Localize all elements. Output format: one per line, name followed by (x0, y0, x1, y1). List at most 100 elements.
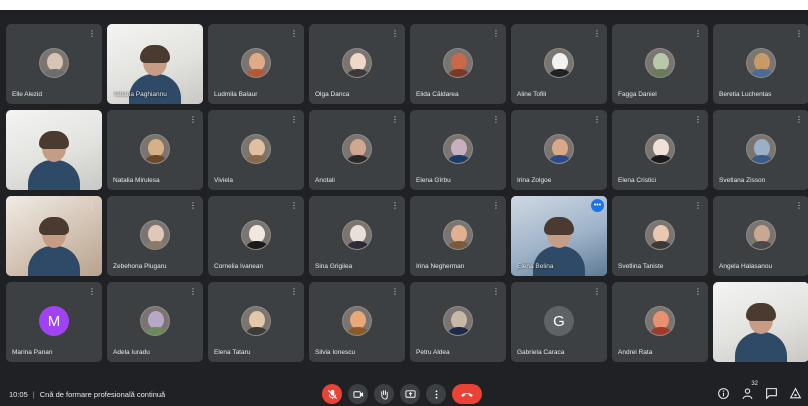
avatar (645, 306, 675, 336)
people-button[interactable]: 32 (740, 381, 758, 400)
participant-tile[interactable]: ••• Elena Belina (511, 196, 607, 276)
more-options-icon[interactable]: ⋮ (794, 29, 804, 39)
participant-tile[interactable]: ⋮ (6, 196, 102, 276)
participant-tile[interactable]: ⋮ Elena Tataru (208, 282, 304, 362)
meeting-title: Cnă de formare profesională continuă (39, 390, 166, 399)
participant-name: Ludmila Balaur (214, 91, 258, 98)
avatar (645, 48, 675, 78)
camera-toggle-button[interactable] (348, 384, 368, 404)
more-options-icon[interactable]: ⋮ (87, 29, 97, 39)
separator: | (32, 390, 35, 399)
more-options-icon[interactable]: ⋮ (390, 287, 400, 297)
participant-tile[interactable]: ⋮ Anotali (309, 110, 405, 190)
more-options-icon[interactable]: ⋮ (289, 29, 299, 39)
participant-tile[interactable]: ⋮ Irina Negherman (410, 196, 506, 276)
meeting-info: 10:05 | Cnă de formare profesională contin… (9, 390, 165, 399)
participant-tile[interactable]: ⋮ Tatiana Paghiannu (107, 24, 203, 104)
participant-tile[interactable]: G ⋮ Gabriela Caraca (511, 282, 607, 362)
mic-off-icon (327, 389, 337, 399)
meeting-details-button[interactable] (716, 386, 730, 400)
more-options-icon[interactable]: ⋮ (491, 29, 501, 39)
more-options-icon[interactable]: ⋮ (794, 115, 804, 125)
avatar (241, 48, 271, 78)
more-options-icon[interactable]: ⋮ (87, 287, 97, 297)
raise-hand-button[interactable] (374, 384, 394, 404)
participant-tile[interactable]: ⋮ Svetlana Zisson (713, 110, 808, 190)
avatar-initial: M (39, 306, 69, 336)
participant-tile[interactable]: ⋮ Silvia Ionescu (309, 282, 405, 362)
more-options-icon[interactable]: ⋮ (390, 29, 400, 39)
more-options-icon[interactable]: ⋮ (693, 29, 703, 39)
participant-tile[interactable]: ⋮ Natalia Mirulesa (107, 110, 203, 190)
participant-tile[interactable]: ⋮ Angela Halasanou (713, 196, 808, 276)
participant-tile[interactable]: ⋮ (6, 110, 102, 190)
participant-tile[interactable]: ⋮ Svetlina Taniste (612, 196, 708, 276)
participant-name: Svetlina Taniste (618, 263, 664, 270)
participant-tile[interactable]: ⋮ Elida Căldarea (410, 24, 506, 104)
participant-tile[interactable]: ⋮ Ludmila Balaur (208, 24, 304, 104)
avatar (140, 220, 170, 250)
more-options-icon[interactable]: ⋮ (87, 115, 97, 125)
mic-toggle-button[interactable] (322, 384, 342, 404)
more-options-icon[interactable]: ⋮ (491, 287, 501, 297)
chat-button[interactable] (764, 386, 778, 400)
avatar (342, 134, 372, 164)
more-options-icon[interactable]: ⋮ (188, 201, 198, 211)
participant-tile[interactable]: M ⋮ Marina Panan (6, 282, 102, 362)
participant-tile[interactable]: ⋮ Zebehona Plugaru (107, 196, 203, 276)
avatar (746, 134, 776, 164)
more-options-icon[interactable]: ⋮ (592, 29, 602, 39)
participant-grid: ⋮ Elle Alezid ⋮ Tatiana Paghiannu ⋮ Ludmila B… (6, 24, 808, 362)
speaking-indicator-icon[interactable]: ••• (591, 199, 604, 212)
avatar (645, 134, 675, 164)
activities-button[interactable] (788, 386, 802, 400)
participant-tile[interactable]: ⋮ Cornelia Ivanean (208, 196, 304, 276)
participant-tile[interactable]: ⋮ Viviela (208, 110, 304, 190)
participant-tile[interactable]: ⋮ Beretia Luchentas (713, 24, 808, 104)
participant-tile[interactable]: ⋮ (713, 282, 808, 362)
more-options-icon[interactable]: ⋮ (188, 115, 198, 125)
more-options-icon[interactable]: ⋮ (289, 287, 299, 297)
avatar (443, 48, 473, 78)
avatar (443, 134, 473, 164)
more-options-icon[interactable]: ⋮ (693, 287, 703, 297)
more-options-icon[interactable]: ⋮ (491, 201, 501, 211)
more-options-icon[interactable]: ⋮ (289, 115, 299, 125)
meeting-time: 10:05 (9, 390, 28, 399)
more-options-icon[interactable]: ⋮ (188, 29, 198, 39)
avatar (140, 134, 170, 164)
more-options-icon[interactable]: ⋮ (592, 115, 602, 125)
more-options-icon[interactable]: ⋮ (289, 201, 299, 211)
present-screen-button[interactable] (400, 384, 420, 404)
more-options-icon[interactable]: ⋮ (693, 201, 703, 211)
participant-tile[interactable]: ⋮ Adela Iuradu (107, 282, 203, 362)
participant-tile[interactable]: ⋮ Sina Grigilea (309, 196, 405, 276)
more-options-button[interactable] (426, 384, 446, 404)
more-options-icon[interactable]: ⋮ (794, 287, 804, 297)
more-options-icon[interactable]: ⋮ (491, 115, 501, 125)
participant-name: Tatiana Paghiannu (113, 91, 167, 98)
participant-name: Silvia Ionescu (315, 349, 356, 356)
participant-tile[interactable]: ⋮ Elena Cristici (612, 110, 708, 190)
participant-tile[interactable]: ⋮ Andrei Rata (612, 282, 708, 362)
avatar (746, 220, 776, 250)
more-options-icon[interactable]: ⋮ (592, 287, 602, 297)
more-options-icon[interactable]: ⋮ (188, 287, 198, 297)
activities-icon (789, 386, 801, 398)
participant-tile[interactable]: ⋮ Aline Tofili (511, 24, 607, 104)
present-screen-icon (404, 389, 416, 398)
more-options-icon[interactable]: ⋮ (390, 115, 400, 125)
participant-tile[interactable]: ⋮ Fagga Daniel (612, 24, 708, 104)
participant-tile[interactable]: ⋮ Elle Alezid (6, 24, 102, 104)
more-options-icon[interactable]: ⋮ (693, 115, 703, 125)
participant-tile[interactable]: ⋮ Elena Gîrbu (410, 110, 506, 190)
participant-tile[interactable]: ⋮ Irina Zolgoe (511, 110, 607, 190)
more-options-icon[interactable]: ⋮ (87, 201, 97, 211)
participant-tile[interactable]: ⋮ Petru Aldea (410, 282, 506, 362)
participant-name: Anotali (315, 177, 335, 184)
participant-tile[interactable]: ⋮ Olga Danca (309, 24, 405, 104)
leave-call-button[interactable] (452, 384, 482, 404)
more-options-icon[interactable]: ⋮ (794, 201, 804, 211)
participant-name: Viviela (214, 177, 234, 184)
more-options-icon[interactable]: ⋮ (390, 201, 400, 211)
